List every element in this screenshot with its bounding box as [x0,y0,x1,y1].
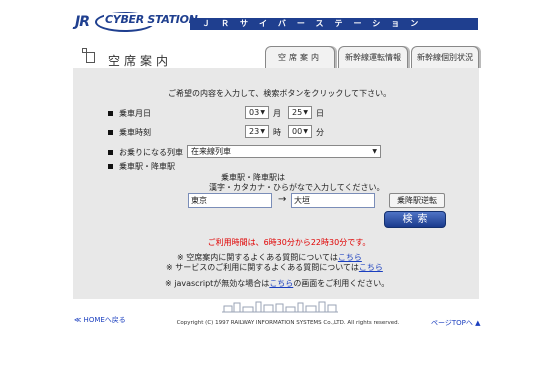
javascript-alt-link[interactable]: こちら [269,279,293,288]
minute-unit: 分 [316,128,324,137]
faq-seat-link[interactable]: こちら [338,253,362,262]
month-value: 03 [249,108,260,117]
faq-service-link[interactable]: こちら [359,263,383,272]
month-select[interactable]: 03 ▼ [245,106,269,119]
javascript-note-text-2: の画面をご利用ください。 [293,279,390,288]
train-type-value: 在来線列車 [191,147,231,156]
dropdown-arrow-icon: ▼ [260,128,265,135]
minute-select[interactable]: 00 ▼ [288,125,312,138]
city-skyline-illustration [222,301,338,313]
month-unit: 月 [273,109,281,118]
javascript-note: ※ javascriptが無効な場合はこちらの画面をご利用ください。 [165,278,389,289]
departure-station-input[interactable]: 東京 [188,193,272,208]
service-hours-text: ご利用時間は、6時30分から22時30分です。 [207,238,371,247]
train-type-label: お乗りになる列車 [108,147,183,158]
dropdown-arrow-icon: ▼ [372,148,377,155]
header-banner: ＪＲサイバーステーション [190,18,478,30]
day-value: 25 [292,108,303,117]
search-button[interactable]: 検索 [384,211,446,228]
boarding-date-label: 乗車月日 [108,108,151,119]
faq-seat-text: ※ 空席案内に関するよくある質問については [177,253,338,262]
page-title: 空席案内 [108,54,173,68]
javascript-note-text-1: ※ javascriptが無効な場合は [165,279,270,288]
boarding-time-label: 乗車時刻 [108,127,151,138]
day-unit: 日 [316,109,324,118]
service-hours-notice: ご利用時間は、6時30分から22時30分です。 [0,237,560,248]
day-select[interactable]: 25 ▼ [288,106,312,119]
hour-select[interactable]: 23 ▼ [245,125,269,138]
tab-shinkansen-individual-status[interactable]: 新幹線個別状況 [411,46,479,68]
minute-value: 00 [292,127,303,136]
train-type-select[interactable]: 在来線列車 ▼ [187,145,381,158]
dropdown-arrow-icon: ▼ [303,109,308,116]
station-hint-line-2: 漢字・カタカナ・ひらがなで入力してください。 [209,183,385,192]
tab-shinkansen-operation-info[interactable]: 新幹線運転情報 [338,46,408,68]
right-arrow-icon: → [278,194,287,205]
hour-unit: 時 [273,128,281,137]
tab-seat-availability[interactable]: 空席案内 [265,46,335,68]
station-hint-line-1: 乗車駅・降車駅は [221,173,285,182]
dropdown-arrow-icon: ▼ [303,128,308,135]
stations-label: 乗車駅・降車駅 [108,161,175,172]
page-title-icon [82,48,96,64]
instruction-text: ご希望の内容を入力して、検索ボタンをクリックして下さい。 [168,89,392,98]
faq-service-text: ※ サービスのご利用に関するよくある質問については [166,263,359,272]
page-top-link[interactable]: ページTOPへ ▲ [431,318,480,328]
hour-value: 23 [249,127,260,136]
dropdown-arrow-icon: ▼ [260,109,265,116]
cyber-station-logo[interactable]: CYBER STATION [104,13,199,26]
arrival-station-input[interactable]: 大垣 [291,193,375,208]
jr-logo[interactable]: JR [75,14,97,30]
swap-stations-button[interactable]: 乗降駅逆転 [389,193,445,208]
faq-service-note: ※ サービスのご利用に関するよくある質問についてはこちら [166,262,383,273]
station-input-hint: 乗車駅・降車駅は 漢字・カタカナ・ひらがなで入力してください。 [209,173,385,193]
